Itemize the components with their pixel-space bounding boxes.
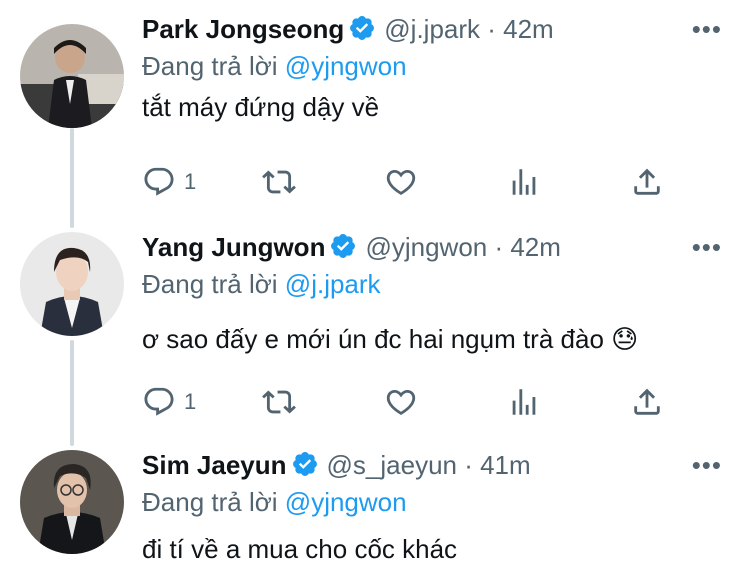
retweet-button[interactable] xyxy=(262,162,296,202)
display-name[interactable]: Yang Jungwon xyxy=(142,232,325,262)
reply-prefix: Đang trả lời xyxy=(142,487,278,517)
like-button[interactable] xyxy=(384,162,418,202)
share-button[interactable] xyxy=(630,382,664,422)
more-icon[interactable]: ••• xyxy=(692,14,722,45)
handle-and-time[interactable]: @s_jaeyun · 41m xyxy=(327,450,531,480)
views-icon xyxy=(512,169,536,195)
share-button[interactable] xyxy=(630,162,664,202)
avatar[interactable] xyxy=(20,450,124,554)
tweet-text-line: ơ sao đấy e mới ún đc hai ngụm trà đào 😓 xyxy=(142,324,638,355)
reply-prefix: Đang trả lời xyxy=(142,269,278,299)
replying-to: Đang trả lời @j.jpark xyxy=(142,269,381,300)
tweet-header: Yang Jungwon @yjngwon · 42m xyxy=(142,232,561,263)
replying-to: Đang trả lời @yjngwon xyxy=(142,51,407,82)
verified-badge-icon xyxy=(350,16,375,40)
retweet-button[interactable] xyxy=(262,382,296,422)
tweet[interactable]: Park Jongseong @j.jpark · 42m ••• Đang tr… xyxy=(0,0,750,220)
verified-badge-icon xyxy=(331,234,356,258)
retweet-icon xyxy=(262,170,296,194)
like-icon xyxy=(386,389,416,415)
views-button[interactable] xyxy=(507,382,541,422)
mention-link[interactable]: @j.jpark xyxy=(285,269,381,299)
tweet-header: Park Jongseong @j.jpark · 42m xyxy=(142,14,554,45)
retweet-icon xyxy=(262,390,296,414)
handle-and-time[interactable]: @j.jpark · 42m xyxy=(384,14,553,44)
share-icon xyxy=(634,168,660,195)
more-icon[interactable]: ••• xyxy=(692,232,722,263)
mention-link[interactable]: @yjngwon xyxy=(285,51,407,81)
reply-icon xyxy=(144,387,174,416)
display-name[interactable]: Sim Jaeyun xyxy=(142,450,287,480)
replying-to: Đang trả lời @yjngwon xyxy=(142,487,407,518)
reply-button[interactable]: 1 xyxy=(142,382,196,422)
tweet[interactable]: Sim Jaeyun @s_jaeyun · 41m ••• Đang trả l… xyxy=(0,436,750,581)
reply-count: 1 xyxy=(184,389,197,414)
avatar[interactable] xyxy=(20,232,124,336)
verified-badge-icon xyxy=(292,452,317,476)
reply-button[interactable]: 1 xyxy=(142,162,196,202)
avatar[interactable] xyxy=(20,24,124,128)
like-icon xyxy=(386,169,416,195)
reply-prefix: Đang trả lời xyxy=(142,51,278,81)
views-button[interactable] xyxy=(507,162,541,202)
views-icon xyxy=(512,389,536,415)
share-icon xyxy=(634,388,660,415)
more-icon[interactable]: ••• xyxy=(692,450,722,481)
tweet-header: Sim Jaeyun @s_jaeyun · 41m xyxy=(142,450,531,481)
sweat-emoji: 😓 xyxy=(611,324,639,354)
tweet[interactable]: Yang Jungwon @yjngwon · 42m ••• Đang trả … xyxy=(0,218,750,438)
reply-icon xyxy=(144,167,174,196)
tweet-text: đi tí về a mua cho cốc khác xyxy=(142,534,458,564)
action-bar: 1 xyxy=(142,382,682,422)
like-button[interactable] xyxy=(384,382,418,422)
reply-count: 1 xyxy=(184,169,197,194)
handle-and-time[interactable]: @yjngwon · 42m xyxy=(365,232,560,262)
tweet-text: tắt máy đứng dậy về xyxy=(142,92,380,122)
action-bar: 1 xyxy=(142,162,682,202)
tweet-text: ơ sao đấy e mới ún đc hai ngụm trà đào xyxy=(142,324,604,354)
mention-link[interactable]: @yjngwon xyxy=(285,487,407,517)
display-name[interactable]: Park Jongseong xyxy=(142,14,344,44)
